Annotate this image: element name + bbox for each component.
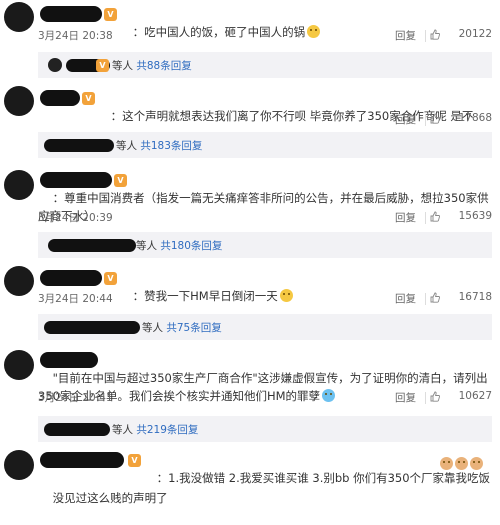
like-count: 10627	[458, 390, 492, 402]
comment-date: 3月24日 20:44	[38, 293, 113, 305]
avatar[interactable]	[4, 2, 34, 32]
emoji-group	[438, 453, 483, 472]
comment-item: V ：吃中国人的饭，砸了中国人的锅 3月24日 20:38 回复 20122 V…	[0, 0, 500, 78]
comment-item: V ：尊重中国消费者（指发一篇无关痛痒答非所问的公告，并在最后威胁，想拉350家…	[0, 166, 500, 258]
reply-summary[interactable]: V 等人 共88条回复	[38, 52, 492, 78]
comment-text-continued: 没见过这么贱的声明了	[52, 491, 168, 505]
like-count: 17868	[458, 112, 492, 124]
comment-meta: 回复 17868	[38, 112, 492, 128]
avatar[interactable]	[4, 450, 34, 480]
username-redacted[interactable]	[40, 452, 124, 468]
divider	[425, 392, 426, 404]
comment-meta: 3月24日 20:38 回复 20122	[38, 28, 492, 44]
like-count: 20122	[458, 28, 492, 40]
divider	[425, 30, 426, 42]
comment-meta: 3月24日 20:44 回复 16718	[38, 291, 492, 307]
vip-badge-icon: V	[104, 272, 117, 285]
reply-button[interactable]: 回复	[395, 112, 416, 127]
reply-summary-prefix: 等人	[112, 424, 133, 436]
cat-emoji-icon	[440, 457, 453, 470]
reply-button[interactable]: 回复	[395, 390, 416, 405]
comment-item: V ：这个声明就想表达我们离了你不行呗 毕竟你养了350家合作商呢 是不 回复 …	[0, 84, 500, 160]
comment-item: V ：1.我没做错 2.我爱买谁买谁 3.别bb 你们有350个厂家靠我吃饭 没…	[0, 446, 500, 505]
like-count: 15639	[458, 210, 492, 222]
reply-summary[interactable]: 等人 共180条回复	[38, 232, 492, 258]
divider	[425, 114, 426, 126]
username-redacted	[44, 423, 110, 436]
comment-meta: 3月24日 20:41 回复 10627	[38, 390, 492, 406]
comment-text: "目前在中国与超过350家生产厂商合作"这涉嫌虚假宣传，为了证明你的清白，请列出…	[38, 371, 488, 403]
view-replies-link[interactable]: 共75条回复	[166, 322, 221, 334]
reply-summary[interactable]: 等人 共75条回复	[38, 314, 492, 340]
thumbs-up-icon[interactable]	[430, 211, 440, 222]
reply-summary-prefix: 等人	[116, 140, 137, 152]
username-redacted	[44, 139, 114, 152]
reply-summary-prefix: 等人	[112, 60, 133, 72]
cat-emoji-icon	[470, 457, 483, 470]
thumbs-up-icon[interactable]	[430, 29, 440, 40]
reply-button[interactable]: 回复	[395, 28, 416, 43]
like-count: 16718	[458, 291, 492, 303]
reply-summary[interactable]: 等人 共219条回复	[38, 416, 492, 442]
comment-date: 3月24日 20:38	[38, 30, 113, 42]
username-redacted[interactable]	[40, 270, 102, 286]
comment-item: "目前在中国与超过350家生产厂商合作"这涉嫌虚假宣传，为了证明你的清白，请列出…	[0, 346, 500, 442]
thumbs-up-icon[interactable]	[430, 292, 440, 303]
username-redacted	[48, 239, 136, 252]
vip-badge-icon: V	[96, 59, 109, 72]
avatar[interactable]	[4, 350, 34, 380]
comment-item: V ：赞我一下HM早日倒闭一天 3月24日 20:44 回复 16718 等人 …	[0, 264, 500, 340]
comment-date: 3月24日 20:41	[38, 392, 113, 404]
vip-badge-icon: V	[82, 92, 95, 105]
reply-button[interactable]: 回复	[395, 291, 416, 306]
avatar	[48, 58, 62, 72]
comment-date: 3月24日 20:39	[38, 212, 113, 224]
cat-emoji-icon	[455, 457, 468, 470]
divider	[425, 293, 426, 305]
view-replies-link[interactable]: 共180条回复	[160, 240, 222, 252]
reply-summary-prefix: 等人	[136, 240, 157, 252]
view-replies-link[interactable]: 共88条回复	[136, 60, 191, 72]
avatar[interactable]	[4, 266, 34, 296]
view-replies-link[interactable]: 共183条回复	[140, 140, 202, 152]
vip-badge-icon: V	[104, 8, 117, 21]
vip-badge-icon: V	[128, 454, 141, 467]
avatar[interactable]	[4, 170, 34, 200]
username-redacted	[44, 321, 140, 334]
username-redacted[interactable]	[40, 90, 80, 106]
reply-button[interactable]: 回复	[395, 210, 416, 225]
username-redacted[interactable]	[40, 6, 102, 22]
thumbs-up-icon[interactable]	[430, 113, 440, 124]
reply-summary-prefix: 等人	[142, 322, 163, 334]
avatar[interactable]	[4, 86, 34, 116]
view-replies-link[interactable]: 共219条回复	[136, 424, 198, 436]
divider	[425, 212, 426, 224]
reply-summary[interactable]: 等人 共183条回复	[38, 132, 492, 158]
comment-meta: 3月24日 20:39 回复 15639	[38, 210, 492, 226]
thumbs-up-icon[interactable]	[430, 391, 440, 402]
